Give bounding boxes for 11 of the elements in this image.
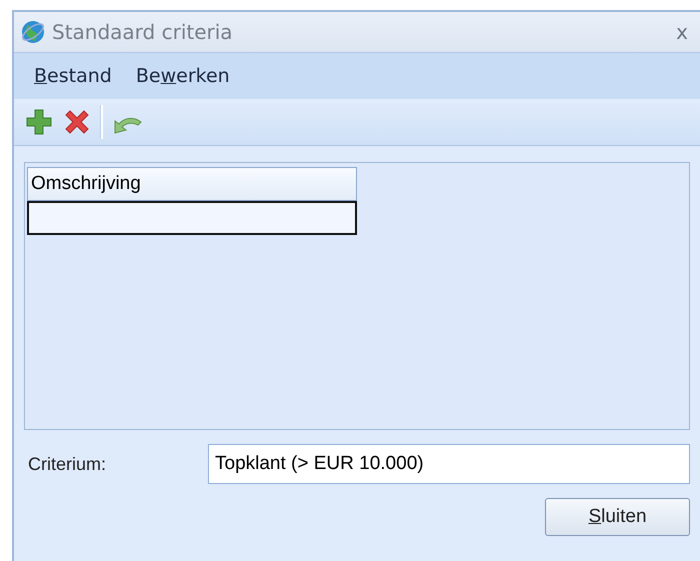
globe-icon xyxy=(20,19,46,45)
column-header[interactable]: Omschrijving xyxy=(27,167,357,201)
close-button[interactable]: Sluiten xyxy=(545,498,690,536)
menu-item[interactable]: Bewerken xyxy=(136,65,230,87)
plus-icon[interactable] xyxy=(24,107,54,137)
menu-item[interactable]: Bestand xyxy=(34,65,112,87)
close-button[interactable]: x xyxy=(676,20,694,44)
table-row[interactable] xyxy=(27,201,357,235)
criterium-field[interactable]: Topklant (> EUR 10.000) xyxy=(208,444,690,484)
window-title: Standaard criteria xyxy=(52,20,234,44)
criterium-label: Criterium: xyxy=(28,454,108,474)
